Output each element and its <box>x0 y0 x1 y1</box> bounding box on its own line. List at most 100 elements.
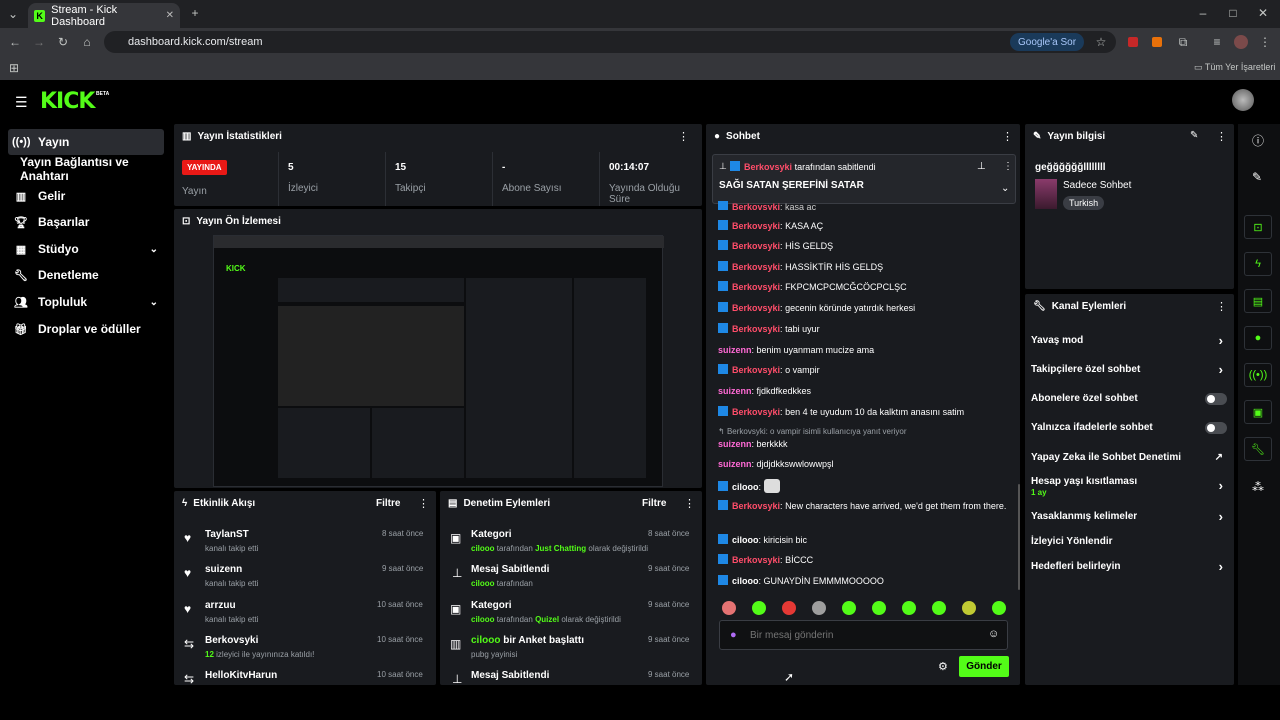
emote-only-toggle[interactable] <box>1205 422 1227 434</box>
rail-chat-button[interactable]: ● <box>1244 326 1272 350</box>
slow-mode-action[interactable]: Yavaş mod › <box>1031 333 1227 353</box>
moderation-filter-button[interactable]: Filtre <box>642 498 666 509</box>
browser-menu-icon[interactable]: ⋮ <box>1258 35 1272 49</box>
sidebar-item-stream-key[interactable]: Yayın Bağlantısı ve Anahtarı <box>16 155 172 183</box>
emote-icon[interactable] <box>842 601 856 615</box>
profile-avatar[interactable] <box>1234 35 1248 49</box>
forward-icon[interactable]: → <box>32 35 46 49</box>
badge-icon <box>718 406 728 416</box>
banned-words-action[interactable]: Yasaklanmış kelimeler › <box>1031 509 1227 529</box>
emote-icon[interactable] <box>962 601 976 615</box>
stats-menu-icon[interactable]: ⋮ <box>678 130 689 143</box>
emoji-icon[interactable]: ☺ <box>988 628 999 640</box>
minimize-icon[interactable]: – <box>1196 6 1210 20</box>
browser-tab[interactable]: K Stream - Kick Dashboard ✕ <box>28 3 180 28</box>
reading-list-icon[interactable]: ≡ <box>1210 35 1224 49</box>
account-age-value: 1 ay <box>1031 488 1047 497</box>
pinned-menu-icon[interactable]: ⋮ <box>1003 161 1013 172</box>
followers-only-action[interactable]: Takipçilere özel sohbet › <box>1031 362 1227 382</box>
extensions-puzzle-icon[interactable]: ⧉ <box>1176 35 1190 50</box>
sidebar-item-gelir[interactable]: ▥ Gelir <box>8 183 164 209</box>
google-ask-button[interactable]: Google'a Sor <box>1010 33 1085 51</box>
user-avatar[interactable] <box>1232 89 1254 111</box>
emote-only-action[interactable]: Yalnızca ifadelerle sohbet <box>1031 422 1227 440</box>
kick-logo[interactable]: KICK <box>40 89 95 114</box>
apps-grid-icon[interactable]: ⊞ <box>8 61 20 75</box>
add-widget-icon[interactable]: ⁂ <box>1252 480 1264 494</box>
rail-preview-button[interactable]: ⊡ <box>1244 215 1272 239</box>
rail-broadcast-button[interactable]: ((•)) <box>1244 363 1272 387</box>
subscribers-only-action[interactable]: Abonelere özel sohbet <box>1031 393 1227 411</box>
mod-text: tarafından <box>496 579 533 588</box>
maximize-icon[interactable]: □ <box>1226 6 1240 20</box>
subs-label: Abone Sayısı <box>502 183 562 194</box>
set-goals-action[interactable]: Hedefleri belirleyin › <box>1031 559 1227 579</box>
chevron-down-icon[interactable]: ⌄ <box>1001 183 1009 194</box>
pencil-icon[interactable]: ✎ <box>1252 170 1262 184</box>
emote-icon[interactable] <box>722 601 736 615</box>
extension-icon[interactable] <box>1128 37 1138 47</box>
send-button[interactable]: Gönder <box>959 656 1009 677</box>
rail-wrench-button[interactable]: 🔧︎ <box>1244 437 1272 461</box>
extension-icon[interactable] <box>1152 37 1162 47</box>
emote-icon[interactable] <box>932 601 946 615</box>
emote-icon[interactable] <box>782 601 796 615</box>
back-icon[interactable]: ← <box>8 35 22 49</box>
host-viewers-action[interactable]: İzleyici Yönlendir <box>1031 536 1227 554</box>
moderation-menu-icon[interactable]: ⋮ <box>684 497 695 510</box>
reload-icon[interactable]: ↻ <box>56 35 70 49</box>
bookmark-star-icon[interactable]: ☆ <box>1094 35 1108 49</box>
chat-menu-icon[interactable]: ⋮ <box>1002 130 1013 143</box>
edit-icon[interactable]: ✎ <box>1190 130 1198 141</box>
emote-icon[interactable] <box>812 601 826 615</box>
emote-icon[interactable] <box>902 601 916 615</box>
badge-icon <box>718 481 728 491</box>
live-badge: YAYINDA <box>182 160 227 175</box>
account-age-action[interactable]: Hesap yaşı kısıtlaması 1 ay › <box>1031 476 1227 500</box>
rail-moderation-button[interactable]: ▣ <box>1244 400 1272 424</box>
emote-icon[interactable] <box>872 601 886 615</box>
sidebar-item-denetleme[interactable]: 🔧︎ Denetleme <box>8 262 164 288</box>
chat-message-input[interactable] <box>750 627 980 643</box>
category-name[interactable]: Sadece Sohbet <box>1063 180 1131 191</box>
tab-menu-icon[interactable]: ⌄ <box>6 7 20 21</box>
channel-menu-icon[interactable]: ⋮ <box>1216 300 1227 313</box>
followers-label: Takipçi <box>395 183 426 194</box>
action-label: Yalnızca ifadelerle sohbet <box>1031 422 1153 433</box>
chat-user: Berkovsyki <box>732 282 781 292</box>
rail-activity-button[interactable]: ϟ <box>1244 252 1272 276</box>
home-icon[interactable]: ⌂ <box>80 35 94 49</box>
chat-input-box[interactable]: ● ☺ <box>719 620 1008 650</box>
info-menu-icon[interactable]: ⋮ <box>1216 130 1227 143</box>
sidebar-item-studyo[interactable]: ▦ Stüdyo ⌄ <box>8 236 164 262</box>
ai-moderation-action[interactable]: Yapay Zeka ile Sohbet Denetimi ↗ <box>1031 452 1227 470</box>
raid-icon: ⇆ <box>184 672 195 685</box>
rail-notes-button[interactable]: ▤ <box>1244 289 1272 313</box>
emote-icon[interactable] <box>752 601 766 615</box>
new-tab-icon[interactable]: + <box>188 6 202 20</box>
all-bookmarks[interactable]: ▭ Tüm Yer İşaretleri <box>1194 62 1275 73</box>
subs-value: - <box>502 162 506 173</box>
sidebar-item-droplar[interactable]: 🎁︎ Droplar ve ödüller <box>8 316 164 342</box>
window-close-icon[interactable]: ✕ <box>1256 6 1270 20</box>
emote-icon[interactable] <box>992 601 1006 615</box>
pinned-message[interactable]: ⊥ Berkovsyki tarafından sabitlendi SAĞI … <box>712 154 1016 204</box>
info-icon[interactable]: ⓘ <box>1252 132 1264 149</box>
activity-filter-button[interactable]: Filtre <box>376 498 400 509</box>
microphone-icon[interactable]: ● <box>730 629 737 641</box>
sidebar-item-topluluk[interactable]: 👥︎ Topluluk ⌄ <box>8 289 164 315</box>
activity-desc: izleyici ile yayınınıza katıldı! <box>216 650 315 659</box>
sidebar-item-yayin[interactable]: ((•)) Yayın <box>8 129 164 155</box>
chat-scrollbar[interactable] <box>1018 484 1020 590</box>
studio-icon: ▦ <box>15 243 27 256</box>
sidebar-item-basarilar[interactable]: 🏆︎ Başarılar <box>8 209 164 235</box>
subscribers-only-toggle[interactable] <box>1205 393 1227 405</box>
tab-close-icon[interactable]: ✕ <box>166 10 174 21</box>
hamburger-menu-icon[interactable]: ☰ <box>15 94 28 111</box>
stream-preview-video[interactable]: KICK <box>213 235 664 487</box>
activity-menu-icon[interactable]: ⋮ <box>418 497 429 510</box>
unpin-icon[interactable]: ⊥ <box>977 161 986 172</box>
chat-settings-gear-icon[interactable]: ⚙ <box>938 660 948 673</box>
chat-user: suizenn <box>718 439 752 449</box>
url-field[interactable]: dashboard.kick.com/stream <box>104 31 1116 53</box>
